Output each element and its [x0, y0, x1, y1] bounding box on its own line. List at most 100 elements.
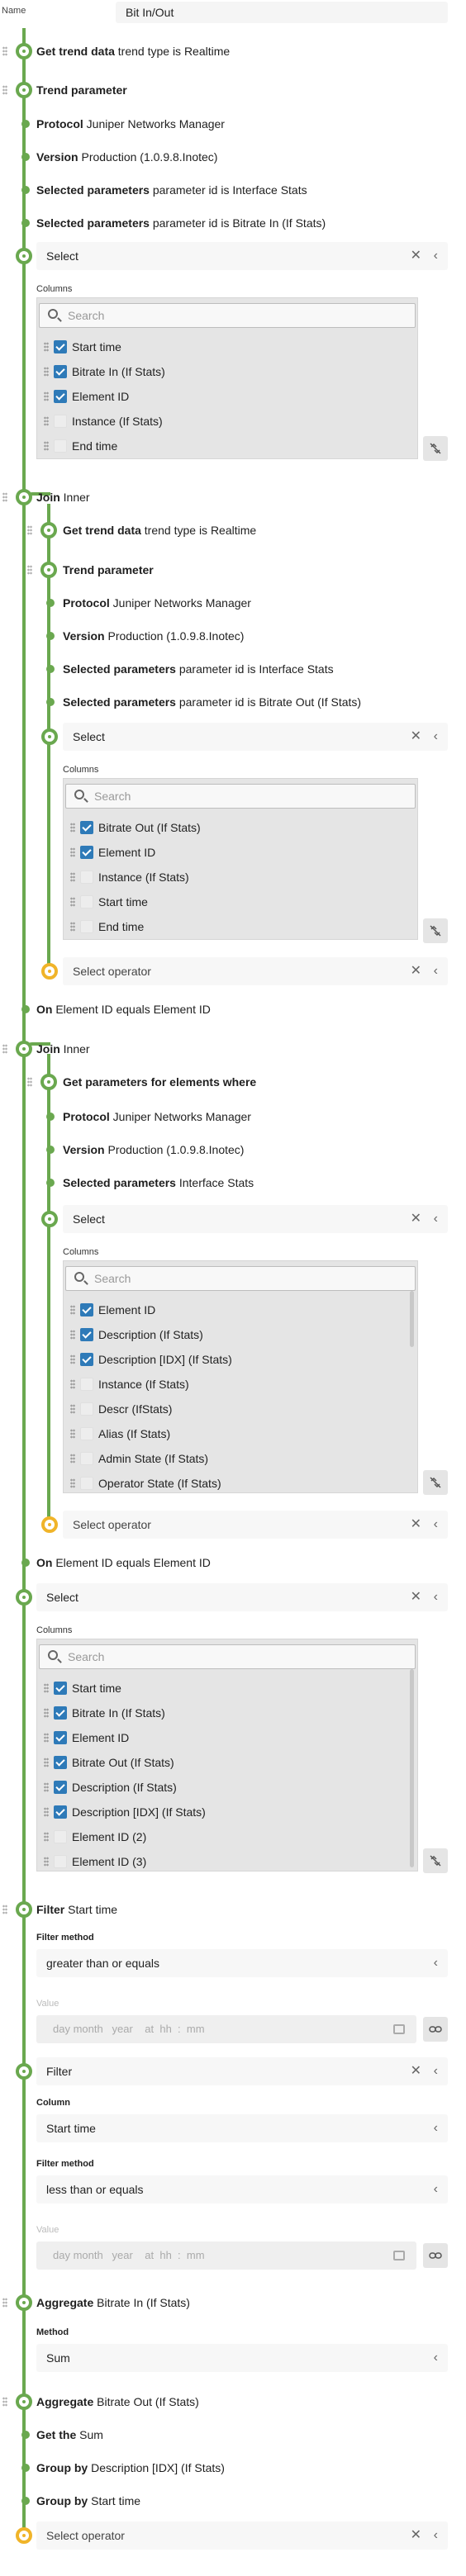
column-option[interactable]: Element ID [64, 1297, 417, 1322]
close-icon[interactable]: ✕ [411, 1511, 421, 1539]
drag-handle-icon[interactable] [2, 85, 7, 95]
checkbox-checked[interactable] [54, 365, 67, 378]
column-option[interactable]: Instance (If Stats) [64, 1372, 417, 1397]
column-option[interactable]: Instance (If Stats) [37, 409, 417, 434]
drag-handle-icon[interactable] [2, 1905, 7, 1914]
step-trend2[interactable]: Get trend data trend type is Realtime [63, 524, 256, 537]
chevron-left-icon[interactable]: ‹ [434, 2344, 438, 2372]
checkbox-checked[interactable] [54, 1682, 67, 1695]
drag-handle-icon[interactable] [70, 1454, 75, 1464]
drag-handle-icon[interactable] [70, 922, 75, 932]
chevron-left-icon[interactable]: ‹ [434, 242, 438, 270]
close-icon[interactable]: ✕ [411, 2057, 421, 2085]
select-b-input[interactable]: Select ✕ ‹ [63, 723, 448, 751]
drag-handle-icon[interactable] [44, 1733, 49, 1743]
drag-handle-icon[interactable] [70, 1429, 75, 1439]
drag-handle-icon[interactable] [27, 525, 32, 535]
step-selp2a[interactable]: Selected parameters parameter id is Inte… [63, 662, 334, 676]
step-on1[interactable]: On Element ID equals Element ID [36, 1003, 211, 1016]
drag-handle-icon[interactable] [2, 2397, 7, 2407]
checkbox-checked[interactable] [80, 821, 93, 834]
step-trendp2[interactable]: Trend parameter [63, 563, 154, 576]
column-option[interactable]: Element ID [37, 384, 417, 409]
drag-handle-icon[interactable] [44, 342, 49, 352]
column-option[interactable]: Description (If Stats) [37, 1775, 417, 1800]
checkbox-unchecked[interactable] [80, 1477, 93, 1490]
select-operator-c[interactable]: Select operator ✕ ‹ [63, 1511, 448, 1539]
chevron-left-icon[interactable]: ‹ [434, 1949, 438, 1977]
checkbox-unchecked[interactable] [80, 1452, 93, 1465]
checkbox-checked[interactable] [80, 846, 93, 859]
chevron-left-icon[interactable]: ‹ [434, 957, 438, 985]
drag-handle-icon[interactable] [70, 1379, 75, 1389]
column-option[interactable]: Alias (If Stats) [64, 1421, 417, 1446]
step-agg1[interactable]: Aggregate Bitrate In (If Stats) [36, 2296, 190, 2309]
step-group2[interactable]: Group by Start time [36, 2494, 140, 2507]
column-option[interactable]: Element ID (2) [37, 1824, 417, 1849]
drag-handle-icon[interactable] [44, 1683, 49, 1693]
select-operator-b[interactable]: Select operator ✕ ‹ [63, 957, 448, 985]
close-icon[interactable]: ✕ [411, 242, 421, 270]
step-join1[interactable]: Join Inner [36, 491, 90, 504]
checkbox-unchecked[interactable] [54, 1855, 67, 1868]
select-operator-final[interactable]: Select operator ✕ ‹ [36, 2521, 448, 2550]
checkbox-unchecked[interactable] [80, 895, 93, 908]
filter2-date-input[interactable]: day month year at hh : mm [36, 2242, 416, 2270]
checkbox-unchecked[interactable] [54, 439, 67, 453]
drag-handle-icon[interactable] [2, 46, 7, 56]
checkbox-checked[interactable] [54, 340, 67, 353]
filter2-input[interactable]: Filter ✕ ‹ [36, 2057, 448, 2085]
step-ver1[interactable]: Version Production (1.0.9.8.Inotec) [36, 150, 217, 164]
filter1-method-select[interactable]: greater than or equals ‹ [36, 1949, 448, 1977]
column-option[interactable]: Start time [37, 1676, 417, 1701]
unlink-button-a[interactable] [423, 436, 448, 461]
drag-handle-icon[interactable] [70, 847, 75, 857]
column-option[interactable]: Bitrate In (If Stats) [37, 1701, 417, 1725]
chevron-left-icon[interactable]: ‹ [434, 723, 438, 751]
close-icon[interactable]: ✕ [411, 1583, 421, 1611]
select-d-input[interactable]: Select ✕ ‹ [36, 1583, 448, 1611]
step-filter1[interactable]: Filter Start time [36, 1903, 117, 1916]
filter2-column-select[interactable]: Start time ‹ [36, 2114, 448, 2142]
step-selp2b[interactable]: Selected parameters parameter id is Bitr… [63, 695, 361, 709]
chevron-left-icon[interactable]: ‹ [434, 1511, 438, 1539]
column-option[interactable]: Element ID (3) [37, 1849, 417, 1874]
close-icon[interactable]: ✕ [411, 957, 421, 985]
unlink-button-b[interactable] [423, 918, 448, 943]
checkbox-unchecked[interactable] [80, 1378, 93, 1391]
filter1-date-input[interactable]: day month year at hh : mm [36, 2015, 416, 2043]
drag-handle-icon[interactable] [70, 1354, 75, 1364]
column-option[interactable]: Element ID [64, 840, 417, 865]
scrollbar-c[interactable] [410, 1291, 414, 1347]
checkbox-checked[interactable] [54, 1731, 67, 1744]
step-ver3[interactable]: Version Production (1.0.9.8.Inotec) [63, 1143, 244, 1156]
drag-handle-icon[interactable] [44, 1782, 49, 1792]
drag-handle-icon[interactable] [44, 1832, 49, 1842]
drag-handle-icon[interactable] [70, 1478, 75, 1488]
column-option[interactable]: Instance (If Stats) [64, 865, 417, 890]
scrollbar-d[interactable] [410, 1669, 414, 1867]
checkbox-unchecked[interactable] [54, 415, 67, 428]
checkbox-checked[interactable] [54, 1756, 67, 1769]
drag-handle-icon[interactable] [44, 1708, 49, 1718]
chevron-left-icon[interactable]: ‹ [434, 1583, 438, 1611]
drag-handle-icon[interactable] [44, 416, 49, 426]
drag-handle-icon[interactable] [70, 1305, 75, 1315]
column-option[interactable]: Start time [64, 890, 417, 914]
link-button-2[interactable] [423, 2243, 448, 2268]
drag-handle-icon[interactable] [2, 2298, 7, 2308]
step-proto2[interactable]: Protocol Juniper Networks Manager [63, 596, 251, 610]
column-option[interactable]: Descr (IfStats) [64, 1397, 417, 1421]
column-option[interactable]: End time [64, 914, 417, 939]
drag-handle-icon[interactable] [44, 441, 49, 451]
name-input[interactable]: Bit In/Out [116, 2, 448, 23]
checkbox-checked[interactable] [54, 390, 67, 403]
column-option[interactable]: Bitrate Out (If Stats) [64, 815, 417, 840]
checkbox-checked[interactable] [80, 1303, 93, 1316]
step-getp[interactable]: Get parameters for elements where [63, 1075, 256, 1089]
drag-handle-icon[interactable] [44, 1758, 49, 1767]
step-join2[interactable]: Join Inner [36, 1042, 90, 1056]
step-group1[interactable]: Group by Description [IDX] (If Stats) [36, 2461, 225, 2474]
checkbox-unchecked[interactable] [80, 920, 93, 933]
step-proto3[interactable]: Protocol Juniper Networks Manager [63, 1110, 251, 1123]
